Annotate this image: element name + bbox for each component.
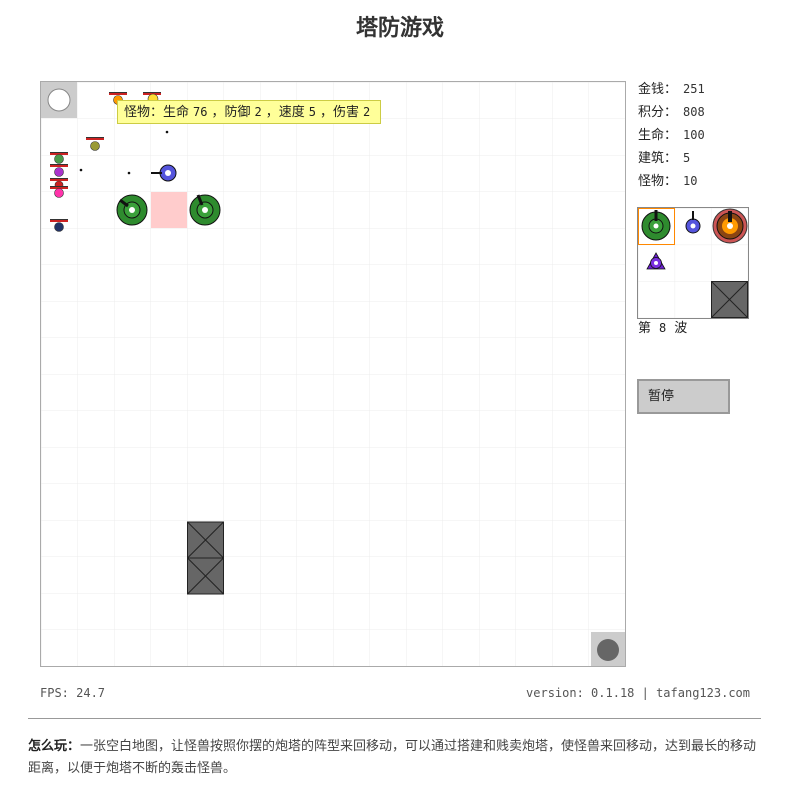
green-tower-icon[interactable] [189, 194, 221, 226]
stat-value: 808 [683, 105, 705, 119]
tooltip-def-label: 防御 [224, 105, 251, 120]
palette-canvas [638, 208, 748, 318]
how-to-play: 怎么玩：一张空白地图，让怪兽按照你摆的炮塔的阵型来回移动，可以通过搭建和贱卖炮塔… [28, 736, 762, 780]
stat-label: 积分： [638, 105, 678, 120]
exit-icon [591, 632, 625, 666]
green-tower-icon[interactable] [116, 194, 148, 226]
placement-highlight[interactable] [151, 192, 187, 228]
wave-suffix: 波 [674, 321, 688, 336]
tooltip-dmg-label: 伤害 [333, 105, 360, 120]
stat-label: 生命： [638, 128, 678, 143]
stat-label: 怪物： [638, 174, 678, 189]
wave-number: 8 [659, 321, 667, 335]
palette-wall-icon[interactable] [711, 281, 748, 318]
stat-value: 251 [683, 82, 705, 96]
tooltip-sep: ， [211, 105, 225, 120]
stat-value: 10 [683, 174, 698, 188]
bullet [79, 168, 83, 172]
tooltip-hp-value: 76 [193, 105, 208, 119]
stat-value: 100 [683, 128, 705, 142]
tooltip-spd-label: 速度 [278, 105, 305, 120]
palette-brown-tower-icon[interactable] [712, 208, 748, 244]
version-info: version: 0.1.18 | tafang123.com [526, 686, 750, 700]
tooltip-dmg-value: 2 [363, 105, 371, 119]
pause-button[interactable]: 暂停 [637, 379, 730, 414]
stat-buildings: 建筑： 5 [638, 147, 705, 170]
wall-icon[interactable] [187, 557, 224, 595]
stat-money: 金钱： 251 [638, 78, 705, 101]
wave-prefix: 第 [638, 321, 652, 336]
game-board[interactable] [40, 81, 626, 667]
divider [28, 718, 761, 719]
board-canvas[interactable] [41, 82, 625, 666]
tower-palette [637, 207, 749, 319]
stats-panel: 金钱： 251 积分： 808 生命： 100 建筑： 5 怪物： 10 [638, 78, 705, 193]
wave-indicator: 第8波 [638, 318, 687, 338]
fps-counter: FPS: 24.7 [40, 686, 106, 700]
wall-icon[interactable] [187, 521, 224, 559]
stat-label: 金钱： [638, 82, 678, 97]
bullet [165, 130, 169, 134]
tooltip-def-value: 2 [254, 105, 262, 119]
tooltip-sep: ， [320, 105, 334, 120]
entrance-icon [41, 82, 77, 118]
stat-score: 积分： 808 [638, 101, 705, 124]
tooltip-monster-label: 怪物： [124, 105, 164, 120]
tooltip-sep: ， [265, 105, 279, 120]
stat-label: 建筑： [638, 151, 678, 166]
site-link[interactable]: tafang123.com [656, 686, 750, 700]
how-to-play-label: 怎么玩： [28, 739, 81, 754]
stat-monsters: 怪物： 10 [638, 170, 705, 193]
tooltip-spd-value: 5 [308, 105, 317, 119]
version-text: version: 0.1.18 | [526, 686, 657, 700]
monster-tooltip: 怪物：生命 76 ，防御 2 ，速度 5 ，伤害 2 [117, 100, 382, 124]
board-grid [41, 82, 625, 666]
bullet [127, 171, 131, 175]
how-to-play-text: 一张空白地图，让怪兽按照你摆的炮塔的阵型来回移动，可以通过搭建和贱卖炮塔，使怪兽… [28, 739, 757, 776]
page-title: 塔防游戏 [355, 16, 444, 41]
stat-life: 生命： 100 [638, 124, 705, 147]
stat-value: 5 [683, 151, 691, 165]
tooltip-hp-label: 生命 [163, 105, 190, 120]
